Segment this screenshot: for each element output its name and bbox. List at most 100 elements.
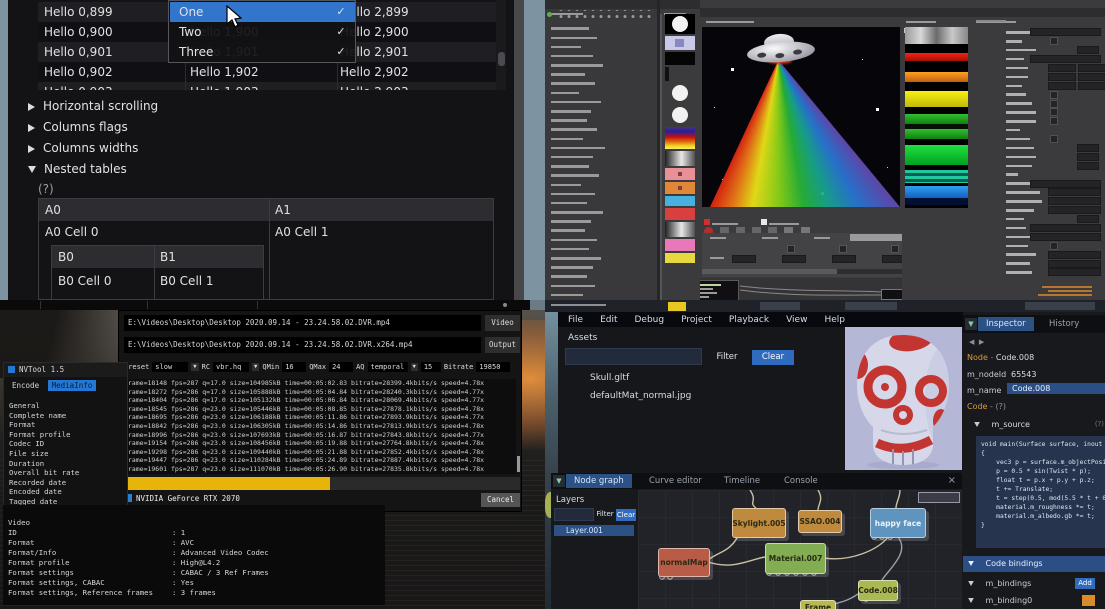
header-cell[interactable]: B0 — [58, 246, 74, 268]
preset-select[interactable]: slow — [152, 362, 188, 372]
property-row[interactable] — [970, 232, 1105, 241]
tree-row[interactable] — [545, 217, 657, 226]
property-row[interactable] — [970, 188, 1105, 197]
tree-row[interactable] — [545, 245, 657, 254]
popup-item-one[interactable]: One ✓ — [170, 2, 355, 22]
skull-viewport[interactable] — [845, 327, 962, 470]
texture-thumbnail[interactable] — [665, 14, 695, 34]
tree-row[interactable] — [545, 199, 657, 208]
table-cell[interactable]: Hello 0,902 — [44, 62, 113, 82]
tree-row[interactable] — [545, 290, 657, 299]
table-cell[interactable]: Hello 1,903 — [190, 82, 259, 90]
property-row[interactable] — [970, 206, 1105, 215]
camera-viewport[interactable] — [702, 27, 900, 207]
layers-clear-button[interactable]: Clear — [616, 509, 636, 521]
texture-thumbnail[interactable] — [665, 208, 695, 220]
tree-row[interactable] — [545, 52, 657, 61]
menu-file[interactable]: File — [568, 315, 583, 325]
table-cell[interactable]: Hello 0,903 — [44, 82, 113, 90]
table-cell[interactable]: Hello 0,900 — [44, 22, 113, 42]
property-row[interactable] — [970, 224, 1105, 233]
panel-titlebar[interactable] — [700, 8, 902, 17]
key-checkbox[interactable] — [891, 245, 899, 253]
toolbar-box[interactable] — [760, 302, 800, 310]
tree-row[interactable] — [545, 254, 657, 263]
tab-node-graph[interactable]: Node graph — [566, 474, 632, 488]
tree-row[interactable] — [545, 189, 657, 198]
property-row[interactable] — [970, 90, 1105, 99]
node-ssao[interactable]: SSAO.004 — [798, 510, 842, 533]
column-divider[interactable] — [269, 199, 270, 301]
property-row[interactable] — [970, 99, 1105, 108]
property-row[interactable] — [970, 135, 1105, 144]
texture-thumbnail[interactable] — [665, 239, 695, 251]
clear-button[interactable]: Clear — [752, 350, 794, 365]
tree-row[interactable] — [545, 98, 657, 107]
help-marker[interactable]: (?) — [38, 182, 54, 196]
toolbar-dots[interactable] — [555, 10, 653, 20]
menu-edit[interactable]: Edit — [600, 315, 617, 325]
tab-curve-editor[interactable]: Curve editor — [641, 474, 710, 488]
tree-node-horizontal-scrolling[interactable]: Horizontal scrolling — [28, 96, 158, 117]
layer-item[interactable]: Layer.001 — [554, 525, 634, 536]
tree-row[interactable] — [545, 180, 657, 189]
column-divider[interactable] — [154, 246, 155, 302]
property-row[interactable] — [970, 37, 1105, 46]
aq-select[interactable]: temporal — [368, 362, 408, 372]
panel-titlebar[interactable] — [970, 8, 1105, 17]
texture-thumbnail[interactable] — [665, 83, 695, 103]
popup-item-two[interactable]: Two ✓ — [170, 22, 355, 42]
tab-encode[interactable]: Encode — [8, 380, 43, 391]
property-row[interactable] — [970, 108, 1105, 117]
texture-thumbnail[interactable] — [665, 222, 695, 237]
table-row[interactable]: Hello 0,903 Hello 1,903 Hello 2,903 — [38, 82, 496, 90]
tree-row[interactable] — [545, 134, 657, 143]
value-box[interactable] — [782, 255, 806, 263]
node-happy-face[interactable]: happy face — [870, 508, 926, 538]
asset-item-normalmap[interactable]: defaultMat_normal.jpg — [590, 391, 691, 401]
tree-row[interactable] — [545, 24, 657, 33]
panel-titlebar[interactable] — [545, 0, 657, 9]
qmin-field[interactable]: 16 — [282, 362, 306, 372]
tree-row[interactable] — [545, 153, 657, 162]
dropdown-icon[interactable]: ▼ — [191, 363, 198, 371]
texture-thumbnail[interactable] — [665, 36, 695, 50]
tree-row[interactable] — [545, 70, 657, 79]
video-button[interactable]: Video — [485, 315, 520, 331]
value-box[interactable] — [832, 255, 856, 263]
property-row[interactable] — [970, 46, 1105, 55]
property-row[interactable] — [970, 55, 1105, 64]
panel-titlebar[interactable] — [660, 0, 700, 9]
close-icon[interactable]: × — [948, 475, 956, 486]
property-row[interactable] — [970, 117, 1105, 126]
tree-row[interactable] — [545, 116, 657, 125]
table-scrollbar[interactable] — [496, 0, 506, 90]
menu-help[interactable]: Help — [824, 315, 845, 325]
tree-node-nested-tables[interactable]: Nested tables — [28, 159, 127, 180]
table-cell[interactable]: Hello 2,902 — [340, 62, 409, 82]
name-value-field[interactable]: Code.008 — [1007, 383, 1105, 394]
node-skylight[interactable]: Skylight.005 — [732, 508, 786, 538]
tree-row[interactable] — [545, 61, 657, 70]
texture-thumbnail[interactable] — [665, 105, 695, 125]
property-row[interactable] — [970, 152, 1105, 161]
property-row[interactable] — [970, 241, 1105, 250]
property-row[interactable] — [970, 197, 1105, 206]
popup-item-three[interactable]: Three ✓ — [170, 42, 355, 62]
collapse-icon[interactable] — [968, 598, 974, 603]
dropdown-icon[interactable]: ▼ — [252, 363, 259, 371]
header-cell[interactable]: A1 — [275, 199, 291, 221]
tab-inspector[interactable]: Inspector — [978, 317, 1034, 331]
output-button[interactable]: Output — [485, 337, 520, 353]
tree-row[interactable] — [545, 125, 657, 134]
collapse-icon[interactable] — [974, 422, 980, 427]
header-cell[interactable]: B1 — [160, 246, 176, 268]
nav-arrows[interactable]: ◀ ▶ — [969, 338, 984, 346]
tree-row[interactable] — [545, 263, 657, 272]
panel-titlebar[interactable] — [902, 8, 970, 17]
output-path-field[interactable]: E:\Videos\Desktop\Desktop 2020.09.14 - 2… — [124, 337, 481, 353]
toolbar-box[interactable] — [845, 302, 897, 310]
header-cell[interactable]: A0 — [45, 199, 61, 221]
collapse-icon[interactable] — [968, 561, 974, 566]
add-button[interactable]: Add — [1075, 578, 1095, 589]
